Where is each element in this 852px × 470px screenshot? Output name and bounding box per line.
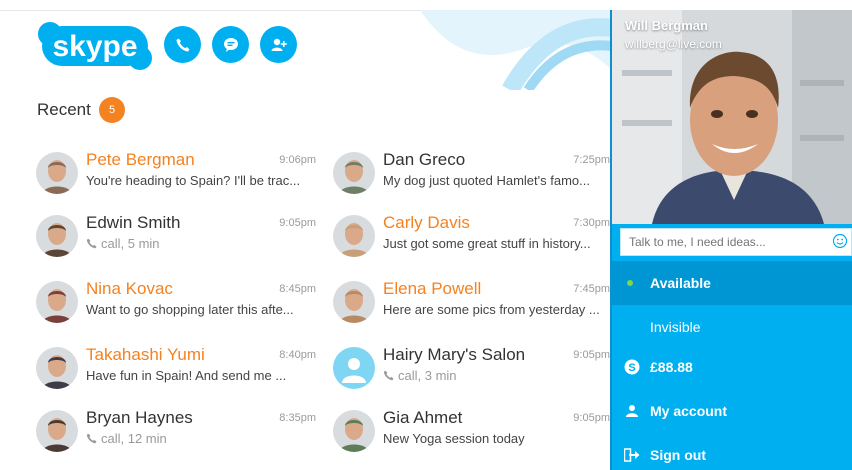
- contact-time: 8:35pm: [279, 412, 316, 424]
- status-available-label: Available: [650, 275, 711, 291]
- contact-last-message-text: New Yoga session today: [383, 431, 525, 446]
- contact-last-message-text: call, 5 min: [101, 236, 160, 251]
- contact-row[interactable]: Dan Greco 7:25pm My dog just quoted Hamlet…: [333, 150, 611, 198]
- call-icon: [86, 238, 97, 249]
- user-icon: [624, 403, 640, 419]
- contact-last-message: You're heading to Spain? I'll be trac...: [86, 173, 316, 188]
- contact-last-message: Here are some pics from yesterday ...: [383, 302, 611, 317]
- contact-name: Edwin Smith: [86, 213, 181, 232]
- contact-row[interactable]: Takahashi Yumi 8:40pm Have fun in Spain! A…: [36, 345, 316, 393]
- contact-row[interactable]: Gia Ahmet 9:05pm New Yoga session today: [333, 408, 611, 456]
- skype-credit-icon: S: [624, 359, 640, 375]
- contact-last-message: Want to go shopping later this afte...: [86, 302, 316, 317]
- add-contact-button[interactable]: [260, 26, 297, 63]
- profile-email: willberg@live.com: [625, 37, 722, 51]
- svg-text:skype: skype: [52, 30, 137, 63]
- skype-logo: skype: [36, 20, 154, 77]
- sign-out-icon: [624, 447, 640, 463]
- contact-last-message-text: Want to go shopping later this afte...: [86, 302, 294, 317]
- contact-avatar: [333, 347, 375, 389]
- available-status-icon: [627, 280, 633, 286]
- contact-avatar: [36, 215, 78, 257]
- profile-name: Will Bergman: [625, 18, 708, 33]
- contact-time: 9:05pm: [279, 217, 316, 229]
- contact-row[interactable]: Bryan Haynes 8:35pm call, 12 min: [36, 408, 316, 456]
- contact-time: 8:40pm: [279, 349, 316, 361]
- sign-out-label: Sign out: [650, 447, 706, 463]
- contact-time: 7:25pm: [573, 154, 610, 166]
- cloud-decoration: [400, 10, 612, 90]
- contact-time: 7:45pm: [573, 283, 610, 295]
- contact-last-message-text: Here are some pics from yesterday ...: [383, 302, 600, 317]
- contact-time: 9:05pm: [573, 349, 610, 361]
- contact-time: 7:30pm: [573, 217, 610, 229]
- phone-icon: [176, 38, 189, 51]
- contact-name: Hairy Mary's Salon: [383, 345, 526, 364]
- add-contact-icon: [271, 38, 287, 51]
- contact-last-message-text: call, 3 min: [398, 368, 457, 383]
- contact-time: 8:45pm: [279, 283, 316, 295]
- contact-last-message-text: call, 12 min: [101, 431, 167, 446]
- call-icon: [383, 370, 394, 381]
- contact-time: 9:05pm: [573, 412, 610, 424]
- contact-last-message: call, 5 min: [86, 236, 316, 251]
- my-account-link[interactable]: My account: [612, 389, 852, 433]
- contact-last-message: call, 12 min: [86, 431, 316, 446]
- svg-text:S: S: [628, 362, 635, 374]
- contact-last-message-text: My dog just quoted Hamlet's famo...: [383, 173, 590, 188]
- contact-row[interactable]: Pete Bergman 9:06pm You're heading to Spai…: [36, 150, 316, 198]
- contact-name: Takahashi Yumi: [86, 345, 205, 364]
- contact-avatar: [36, 347, 78, 389]
- contact-last-message: Have fun in Spain! And send me ...: [86, 368, 316, 383]
- recent-heading: Recent: [37, 100, 91, 119]
- status-available[interactable]: Available: [612, 261, 852, 305]
- smiley-icon[interactable]: [832, 233, 848, 249]
- contact-avatar: [333, 215, 375, 257]
- contact-avatar: [36, 281, 78, 323]
- contact-name: Pete Bergman: [86, 150, 195, 169]
- recent-unread-badge: 5: [99, 97, 125, 123]
- contact-avatar: [333, 281, 375, 323]
- mood-message-input[interactable]: [620, 228, 852, 256]
- contact-last-message: Just got some great stuff in history...: [383, 236, 611, 251]
- contact-last-message: call, 3 min: [383, 368, 611, 383]
- contact-row[interactable]: Edwin Smith 9:05pm call, 5 min: [36, 213, 316, 261]
- skype-credit-amount: £88.88: [650, 359, 693, 375]
- contact-row[interactable]: Elena Powell 7:45pm Here are some pics fro…: [333, 279, 611, 327]
- contact-last-message: New Yoga session today: [383, 431, 611, 446]
- contact-name: Nina Kovac: [86, 279, 173, 298]
- contact-avatar: [333, 152, 375, 194]
- contact-avatar: [333, 410, 375, 452]
- contact-row[interactable]: Carly Davis 7:30pm Just got some great stu…: [333, 213, 611, 261]
- contact-last-message-text: Have fun in Spain! And send me ...: [86, 368, 287, 383]
- contact-name: Gia Ahmet: [383, 408, 463, 427]
- contact-name: Elena Powell: [383, 279, 482, 298]
- contact-row[interactable]: Hairy Mary's Salon 9:05pm call, 3 min: [333, 345, 611, 393]
- contact-last-message-text: You're heading to Spain? I'll be trac...: [86, 173, 301, 188]
- chat-bubble-icon: [223, 37, 238, 52]
- contact-name: Carly Davis: [383, 213, 470, 232]
- profile-panel: Will Bergman willberg@live.com Available…: [612, 10, 852, 470]
- status-invisible-label: Invisible: [650, 319, 701, 335]
- my-account-label: My account: [650, 403, 728, 419]
- contact-avatar: [36, 410, 78, 452]
- contact-row[interactable]: Nina Kovac 8:45pm Want to go shopping late…: [36, 279, 316, 327]
- status-invisible[interactable]: Invisible: [612, 305, 852, 349]
- call-icon: [86, 433, 97, 444]
- profile-photo: Will Bergman willberg@live.com: [612, 10, 852, 224]
- call-button[interactable]: [164, 26, 201, 63]
- contact-time: 9:06pm: [279, 154, 316, 166]
- contact-last-message-text: Just got some great stuff in history...: [383, 236, 591, 251]
- contact-name: Bryan Haynes: [86, 408, 193, 427]
- contact-avatar: [36, 152, 78, 194]
- sign-out-link[interactable]: Sign out: [612, 433, 852, 470]
- chat-button[interactable]: [212, 26, 249, 63]
- contact-name: Dan Greco: [383, 150, 466, 169]
- contact-last-message: My dog just quoted Hamlet's famo...: [383, 173, 611, 188]
- skype-credit[interactable]: S £88.88: [612, 345, 852, 389]
